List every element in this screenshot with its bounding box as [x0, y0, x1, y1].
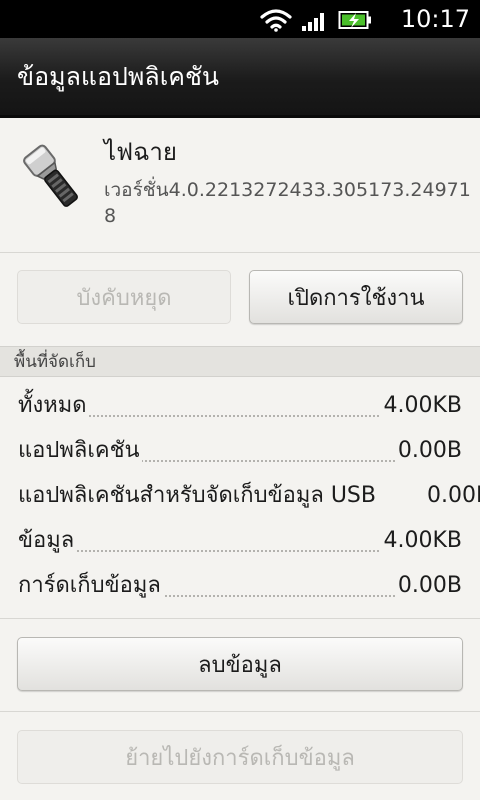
wifi-icon [260, 9, 292, 32]
clear-data-button[interactable]: ลบข้อมูล [17, 637, 463, 691]
storage-row-application: แอปพลิเคชัน 0.00B [18, 429, 480, 473]
storage-row-value: 0.00B [427, 480, 480, 512]
storage-row-label: แอปพลิเคชันสำหรับจัดเก็บข้อมูล USB [18, 480, 378, 512]
app-name: ไฟฉาย [104, 138, 177, 166]
storage-row-total: ทั้งหมด 4.00KB [18, 384, 480, 428]
storage-row-value: 0.00B [395, 435, 462, 467]
app-header: ไฟฉาย เวอร์ชั่น4.0.2213272433.305173.249… [0, 121, 480, 253]
status-bar: 10:17 [0, 0, 480, 38]
storage-row-data: ข้อมูล 4.00KB [18, 519, 480, 563]
move-to-sd-button[interactable]: ย้ายไปยังการ์ดเก็บข้อมูล [17, 730, 463, 784]
storage-row-usb-app: แอปพลิเคชันสำหรับจัดเก็บข้อมูล USB 0.00B [18, 474, 480, 518]
storage-section-header: พื้นที่จัดเก็บ [0, 346, 480, 377]
storage-header-label: พื้นที่จัดเก็บ [14, 352, 96, 372]
force-stop-button[interactable]: บังคับหยุด [17, 270, 231, 324]
status-time: 10:17 [400, 5, 470, 33]
storage-row-label: ทั้งหมด [18, 390, 89, 422]
action-bar: ข้อมูลแอปพลิเคชัน [0, 38, 480, 118]
signal-icon [302, 13, 324, 31]
storage-row-sd-card: การ์ดเก็บข้อมูล 0.00B [18, 564, 480, 608]
flashlight-icon [23, 144, 78, 207]
divider [0, 711, 480, 712]
app-version: เวอร์ชั่น4.0.2213272433.305173.249718 [104, 179, 471, 227]
storage-row-value: 4.00KB [381, 390, 462, 422]
storage-row-label: การ์ดเก็บข้อมูล [18, 570, 163, 602]
divider [0, 618, 480, 619]
battery-charging-icon [338, 11, 371, 29]
storage-row-value: 4.00KB [381, 525, 462, 557]
storage-row-label: ข้อมูล [18, 525, 77, 557]
enable-button[interactable]: เปิดการใช้งาน [249, 270, 463, 324]
storage-row-label: แอปพลิเคชัน [18, 435, 142, 467]
storage-row-value: 0.00B [395, 570, 462, 602]
page-title: ข้อมูลแอปพลิเคชัน [17, 62, 220, 91]
status-icons [260, 6, 372, 34]
